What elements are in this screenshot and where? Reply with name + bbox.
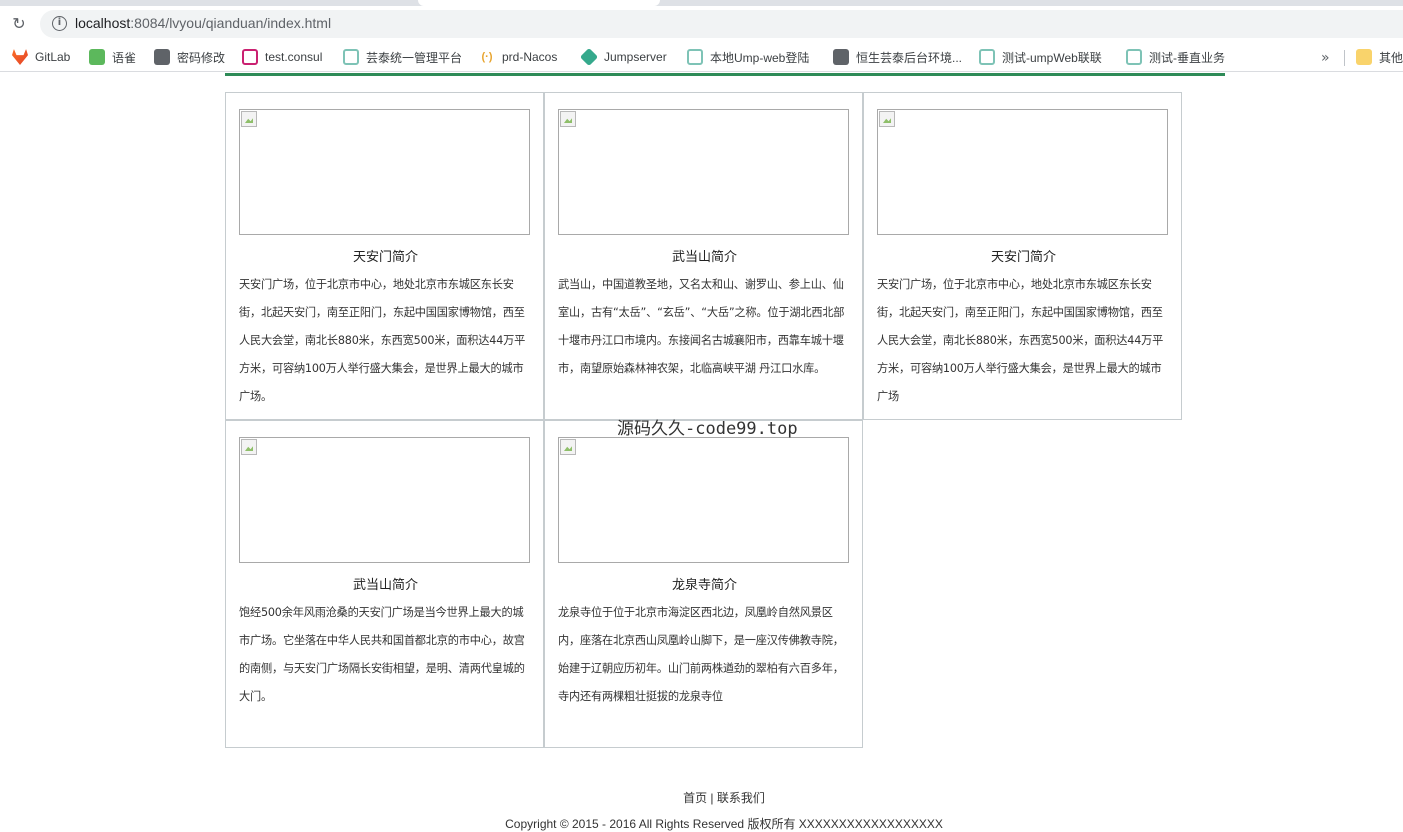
attraction-description: 天安门广场，位于北京市中心，地处北京市东城区东长安街，北起天安门，南至正阳门，东…	[877, 278, 1164, 403]
bookmark-label: 测试-umpWeb联联	[1002, 50, 1102, 65]
broken-image-icon	[560, 111, 576, 127]
consul-icon	[242, 49, 258, 65]
bookmark-label: prd-Nacos	[502, 50, 558, 64]
bookmark-other-folder[interactable]: 其他	[1356, 48, 1403, 66]
attraction-description: 武当山，中国道教圣地，又名太和山、谢罗山、参上山、仙室山，古有“太岳”、“玄岳”…	[558, 278, 845, 375]
folder-icon	[1356, 49, 1372, 65]
attraction-image[interactable]	[239, 437, 530, 563]
attraction-image[interactable]	[558, 109, 849, 235]
site-info-icon[interactable]: i	[52, 16, 67, 31]
bookmark-nacos[interactable]: (·) prd-Nacos	[479, 48, 558, 66]
url-host: localhost	[75, 15, 131, 31]
omnibox[interactable]: i localhost:8084/lvyou/qianduan/index.ht…	[40, 10, 1403, 38]
attraction-card: 龙泉寺简介 龙泉寺位于位于北京市海淀区西北边，凤凰岭自然风景区内，座落在北京西山…	[544, 420, 863, 748]
bookmark-label: 密码修改	[177, 50, 226, 65]
bookmark-consul[interactable]: test.consul	[242, 48, 322, 66]
broken-image-icon	[879, 111, 895, 127]
bookmarks-bar: GitLab 语雀 密码修改 test.consul 芸泰统一管理平台 (·) p…	[0, 42, 1403, 72]
attraction-description: 饱经500余年风雨沧桑的天安门广场是当今世界上最大的城市广场。它坐落在中华人民共…	[239, 606, 525, 703]
attraction-card: 天安门简介 天安门广场，位于北京市中心，地处北京市东城区东长安街，北起天安门，南…	[225, 92, 544, 420]
bookmark-label: GitLab	[35, 50, 71, 64]
attraction-title[interactable]: 龙泉寺简介	[545, 574, 864, 593]
attraction-image[interactable]	[877, 109, 1168, 235]
bookmark-label: 其他	[1379, 50, 1403, 65]
footer-home-link[interactable]: 首页	[683, 791, 707, 805]
bookmark-label: 芸泰统一管理平台	[366, 50, 463, 65]
attraction-card: 天安门简介 天安门广场，位于北京市中心，地处北京市东城区东长安街，北起天安门，南…	[863, 92, 1182, 420]
footer-contact-link[interactable]: 联系我们	[717, 791, 765, 805]
bookmark-jumpserver[interactable]: Jumpserver	[579, 47, 667, 67]
leaf-icon	[89, 49, 105, 65]
cloud-icon	[687, 49, 703, 65]
bookmark-yuntai[interactable]: 芸泰统一管理平台	[343, 48, 462, 66]
bookmark-gitlab[interactable]: GitLab	[12, 48, 70, 66]
bookmark-label: 测试-垂直业务	[1149, 50, 1225, 65]
broken-image-icon	[241, 111, 257, 127]
globe-icon	[154, 49, 170, 65]
attraction-title[interactable]: 武当山简介	[226, 574, 545, 593]
watermark-text: 源码久久-code99.top	[617, 419, 798, 439]
bookmarks-divider	[1344, 50, 1345, 66]
bookmark-hengsheng[interactable]: 恒生芸泰后台环境...	[833, 48, 962, 66]
gitlab-icon	[12, 49, 28, 65]
url-text[interactable]: localhost:8084/lvyou/qianduan/index.html	[75, 15, 331, 31]
bookmark-ump-test[interactable]: 测试-umpWeb联联	[979, 48, 1102, 66]
attraction-title[interactable]: 天安门简介	[864, 246, 1183, 265]
bookmark-label: 语雀	[112, 50, 137, 65]
broken-image-icon	[241, 439, 257, 455]
bookmark-label: Jumpserver	[604, 50, 667, 64]
attraction-title[interactable]: 武当山简介	[545, 246, 864, 265]
cloud-icon	[343, 49, 359, 65]
bookmark-yuque[interactable]: 语雀	[89, 48, 136, 66]
bookmark-ump-local[interactable]: 本地Ump-web登陆	[687, 48, 809, 66]
bookmark-label: 恒生芸泰后台环境...	[856, 50, 963, 65]
broken-image-icon	[560, 439, 576, 455]
nacos-icon: (·)	[481, 51, 493, 63]
copyright-text: Copyright © 2015 - 2016 All Rights Reser…	[505, 817, 943, 831]
globe-icon	[833, 49, 849, 65]
bookmark-label: test.consul	[265, 50, 323, 64]
jumpserver-icon	[579, 47, 599, 67]
attraction-card: 武当山简介 武当山，中国道教圣地，又名太和山、谢罗山、参上山、仙室山，古有“太岳…	[544, 92, 863, 420]
attraction-image[interactable]	[239, 109, 530, 235]
attraction-image[interactable]	[558, 437, 849, 563]
bookmark-password[interactable]: 密码修改	[154, 48, 225, 66]
bookmark-vertical[interactable]: 测试-垂直业务	[1126, 48, 1225, 66]
cloud-icon	[979, 49, 995, 65]
bookmarks-more-icon[interactable]: »	[1321, 50, 1330, 66]
footer-links: 首页 | 联系我们	[0, 789, 1403, 806]
footer-separator: |	[707, 791, 717, 805]
bookmark-label: 本地Ump-web登陆	[710, 50, 810, 65]
cloud-icon	[1126, 49, 1142, 65]
reload-icon[interactable]: ↻	[10, 15, 28, 33]
attraction-description: 龙泉寺位于位于北京市海淀区西北边，凤凰岭自然风景区内，座落在北京西山凤凰岭山脚下…	[558, 606, 844, 703]
attraction-title[interactable]: 天安门简介	[226, 246, 545, 265]
attraction-description: 天安门广场，位于北京市中心，地处北京市东城区东长安街，北起天安门，南至正阳门，东…	[239, 278, 526, 403]
header-accent-line	[225, 73, 1225, 76]
url-path: :8084/lvyou/qianduan/index.html	[130, 15, 332, 31]
address-bar: ↻ i localhost:8084/lvyou/qianduan/index.…	[0, 6, 1403, 40]
attraction-card: 武当山简介 饱经500余年风雨沧桑的天安门广场是当今世界上最大的城市广场。它坐落…	[225, 420, 544, 748]
